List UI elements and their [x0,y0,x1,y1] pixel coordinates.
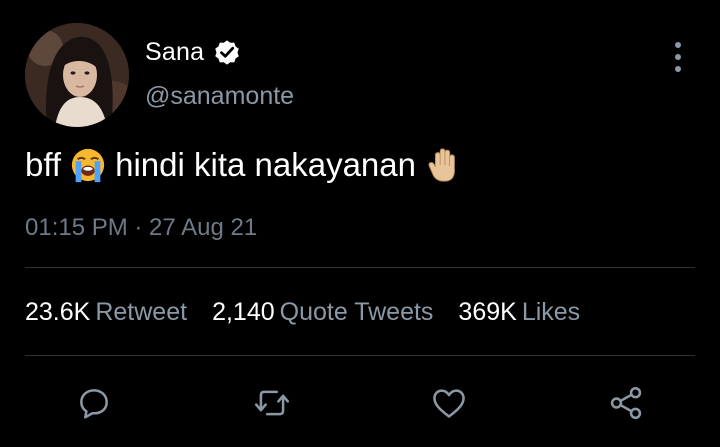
tweet-text-part1: bff [25,146,62,183]
like-icon [433,389,465,418]
share-icon [610,387,642,419]
retweets-stat[interactable]: 23.6K Retweet [25,298,187,327]
divider [25,267,695,268]
avatar[interactable] [25,23,129,127]
avatar-photo [25,23,129,127]
verified-badge-icon [215,40,239,65]
quotes-count: 2,140 [212,298,275,326]
reply-icon [80,389,108,419]
reply-button[interactable] [74,383,114,423]
retweets-label: Retweet [95,298,188,326]
divider [25,355,695,356]
like-button[interactable] [429,383,469,423]
likes-count: 369K [458,298,517,326]
action-bar [0,383,720,425]
quotes-label: Quote Tweets [279,298,434,326]
retweet-button[interactable] [252,383,292,423]
share-button[interactable] [606,383,646,423]
more-options-icon[interactable] [666,42,690,72]
retweet-icon [254,390,290,416]
tweet-text-part2: hindi kita nakayanan [115,146,416,183]
quote-tweets-stat[interactable]: 2,140 Quote Tweets [212,298,433,327]
tweet-card: Sana @sanamonte bff hindi kita nakayanan… [0,0,720,447]
user-handle[interactable]: @sanamonte [145,82,294,111]
engagement-stats: 23.6K Retweet 2,140 Quote Tweets 369K Likes [25,298,605,327]
loudly-crying-face-icon [71,148,105,183]
display-name[interactable]: Sana [145,38,204,67]
likes-stat[interactable]: 369K Likes [458,298,580,327]
likes-label: Likes [521,298,581,326]
raised-hand-icon [428,148,455,182]
tweet-text: bff hindi kita nakayanan [25,143,470,187]
retweets-count: 23.6K [25,298,91,326]
name-row: Sana [145,36,242,68]
timestamp[interactable]: 01:15 PM · 27 Aug 21 [25,214,257,242]
